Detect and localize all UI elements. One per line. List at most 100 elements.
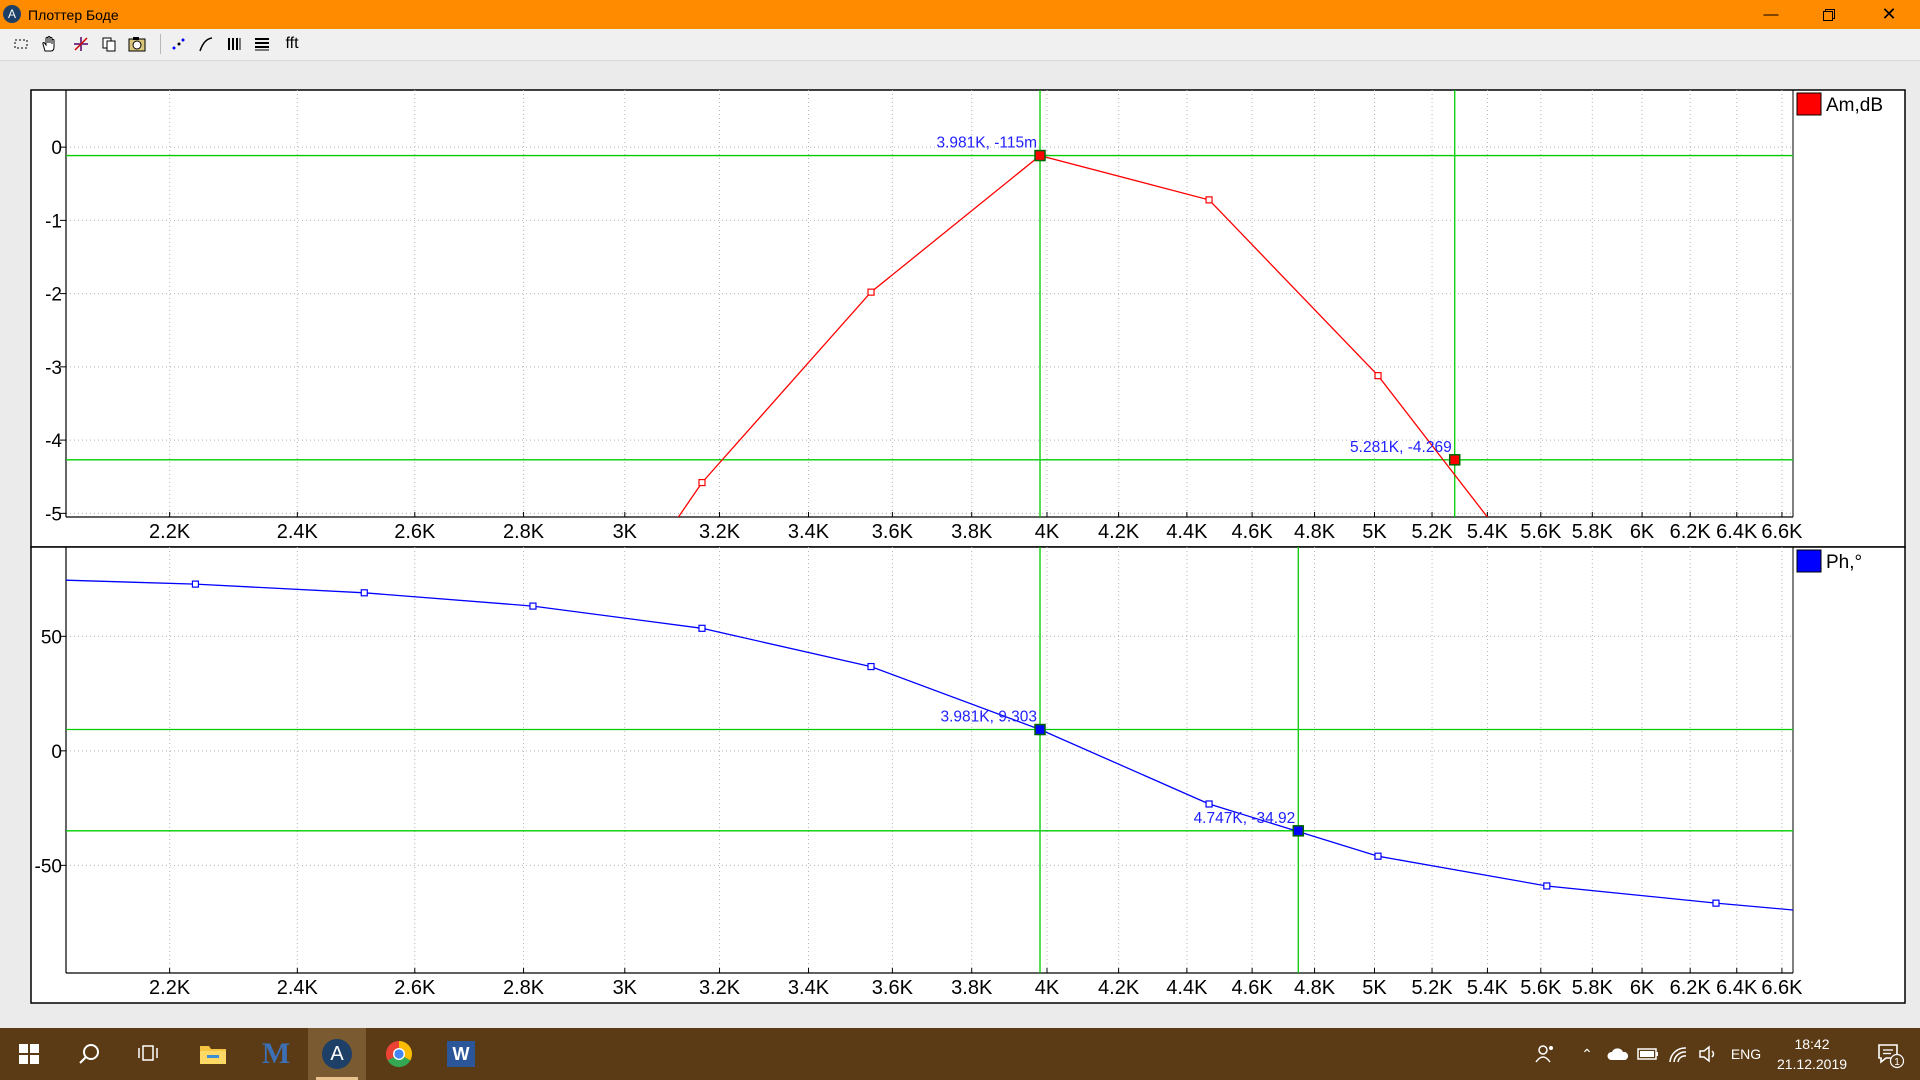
legend-label: Am,dB [1826, 95, 1883, 116]
data-point [1205, 800, 1213, 808]
data-point [360, 589, 368, 597]
y-tick-label: -50 [35, 856, 62, 877]
data-point [698, 624, 706, 632]
volume-icon [1699, 1045, 1715, 1063]
close-button[interactable]: ✕ [1858, 0, 1920, 29]
line-icon [199, 37, 213, 52]
toolbar: fft [0, 29, 1920, 61]
volume-button[interactable] [1694, 1028, 1722, 1080]
chart-panel-2: 2.2K 2.4K 2.6K 2.8K 3K 3.2K 3.4K 3.6K 3.8K 4K 4.2K… [30, 546, 1906, 1004]
m-app-button[interactable]: M [247, 1028, 305, 1080]
legend-swatch [1796, 549, 1822, 573]
people-button[interactable] [1530, 1028, 1560, 1080]
x-tick-label: 5K [1362, 521, 1387, 543]
people-icon [1535, 1045, 1553, 1063]
x-tick-label: 6.6K [1761, 521, 1803, 543]
restore-button[interactable] [1800, 0, 1858, 29]
tray-expand-button[interactable]: ⌃ [1575, 1028, 1599, 1080]
cursor-marker [1448, 454, 1461, 466]
x-tick-label: 4.8K [1294, 521, 1336, 543]
x-tick-label: 4.2K [1098, 977, 1140, 999]
x-tick-label: 6.6K [1761, 977, 1803, 999]
minimize-button[interactable]: — [1742, 0, 1800, 29]
x-tick-label: 5.4K [1467, 977, 1509, 999]
y-tick-label: 0 [51, 138, 62, 159]
notifications-button[interactable]: 1 [1866, 1028, 1914, 1080]
x-tick-label: 6K [1630, 521, 1655, 543]
word-button[interactable]: W [432, 1028, 490, 1080]
cursor-button[interactable] [69, 32, 93, 56]
data-point [867, 662, 875, 671]
line-button[interactable] [194, 32, 218, 56]
clock[interactable]: 18:42 21.12.2019 [1770, 1034, 1854, 1074]
windows-logo-icon [19, 1044, 39, 1064]
app-icon: A [3, 5, 21, 23]
pan-button[interactable] [37, 32, 61, 56]
x-tick-label: 4.8K [1294, 977, 1336, 999]
window-title: Плоттер Боде [28, 7, 119, 23]
x-tick-label: 3.4K [788, 977, 830, 999]
x-tick-label: 6.2K [1670, 521, 1712, 543]
cursor-cross-icon [74, 37, 88, 51]
start-button[interactable] [0, 1028, 58, 1080]
cloud-icon [1607, 1048, 1629, 1060]
a-app-icon: A [322, 1039, 352, 1069]
x-tick-label: 5.8K [1572, 521, 1614, 543]
data-point [698, 478, 706, 487]
screenshot-button[interactable] [125, 32, 149, 56]
x-tick-label: 3.2K [699, 977, 741, 999]
chrome-button[interactable] [370, 1028, 428, 1080]
x-tick-label: 3.2K [699, 521, 741, 543]
x-tick-label: 3.6K [872, 977, 914, 999]
y-tick-label: -4 [45, 431, 62, 452]
bode-app-button[interactable]: A [308, 1028, 366, 1080]
bode-plots[interactable]: 2.2K 2.4K 2.6K 2.8K 3K 3.2K 3.4K 3.6K 3.8K 4K 4.2K… [0, 61, 1920, 1028]
x-tick-label: 6.2K [1670, 977, 1712, 999]
x-tick-label: 6.4K [1716, 521, 1758, 543]
data-point [1205, 196, 1213, 204]
chrome-icon [385, 1040, 413, 1068]
x-tick-label: 4.2K [1098, 521, 1140, 543]
search-icon [79, 1044, 99, 1064]
file-explorer-button[interactable] [184, 1028, 242, 1080]
x-tick-label: 4.6K [1232, 977, 1274, 999]
x-tick-label: 2.8K [503, 977, 545, 999]
x-tick-label: 5.4K [1467, 521, 1509, 543]
y-tick-label: -1 [45, 211, 62, 232]
battery-icon [1637, 1048, 1658, 1060]
copy-button[interactable] [97, 32, 121, 56]
horizontal-lines-button[interactable] [250, 32, 274, 56]
x-tick-label: 2.2K [149, 977, 191, 999]
chart-frame [30, 89, 1906, 548]
x-tick-label: 5K [1362, 977, 1387, 999]
x-tick-label: 4.6K [1232, 521, 1274, 543]
select-region-button[interactable] [9, 32, 33, 56]
cursor-readout-label: 4.747K, -34.92 [1194, 810, 1296, 827]
y-tick-label: -5 [45, 504, 62, 525]
restore-icon [1823, 9, 1835, 22]
fft-button[interactable]: fft [279, 32, 305, 56]
cursor-marker [1034, 723, 1046, 736]
vertical-lines-button[interactable] [222, 32, 246, 56]
cursor-marker [1034, 149, 1046, 162]
taskbar: M A W ⌃ ENG 18:42 21.12.2019 1 [0, 1028, 1920, 1080]
data-point [1543, 882, 1551, 890]
x-tick-label: 2.2K [149, 521, 191, 543]
cursor-marker [1292, 825, 1305, 837]
language-indicator[interactable]: ENG [1726, 1028, 1766, 1080]
vertical-lines-icon [228, 38, 241, 50]
data-point [1374, 852, 1382, 860]
onedrive-button[interactable] [1603, 1028, 1633, 1080]
points-button[interactable] [166, 32, 190, 56]
data-point [191, 580, 200, 588]
x-tick-label: 2.6K [394, 977, 436, 999]
x-tick-label: 2.4K [277, 521, 319, 543]
x-tick-label: 2.6K [394, 521, 436, 543]
battery-button[interactable] [1634, 1028, 1662, 1080]
search-button[interactable] [60, 1028, 118, 1080]
task-view-button[interactable] [120, 1028, 178, 1080]
x-tick-label: 4K [1035, 521, 1060, 543]
y-tick-label: 50 [41, 627, 62, 648]
wifi-button[interactable] [1664, 1028, 1692, 1080]
x-tick-label: 6.4K [1716, 977, 1758, 999]
